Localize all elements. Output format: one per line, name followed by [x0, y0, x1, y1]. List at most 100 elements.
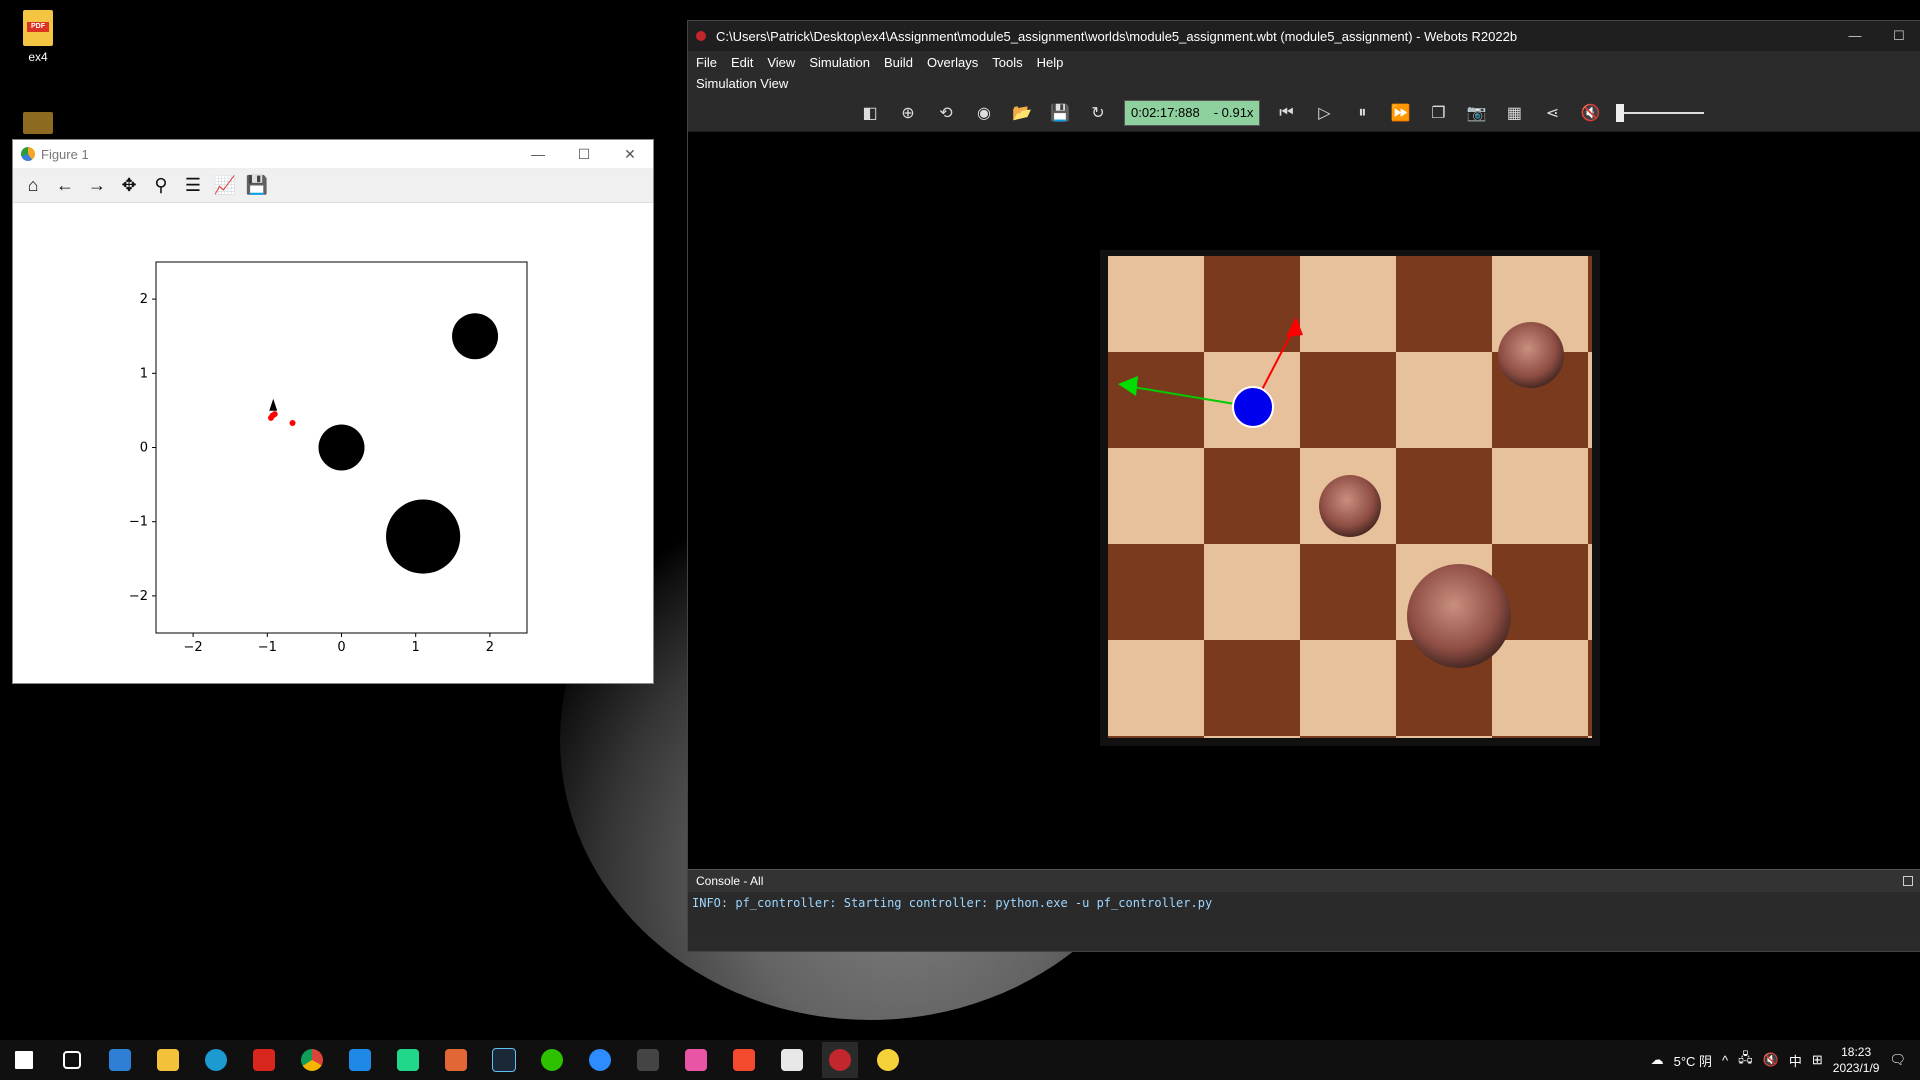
- clock-time: 18:23: [1841, 1045, 1872, 1059]
- taskbar: ☁ 5°C 阴 ^ 🖧 🔇 中 ⊞ 18:23 2023/1/9 🗨: [0, 1040, 1920, 1080]
- volume-icon[interactable]: 🔇: [1763, 1052, 1779, 1068]
- system-tray: ☁ 5°C 阴 ^ 🖧 🔇 中 ⊞ 18:23 2023/1/9 🗨: [1651, 1044, 1920, 1076]
- clock[interactable]: 18:23 2023/1/9: [1833, 1044, 1880, 1076]
- start-icon[interactable]: [6, 1042, 42, 1078]
- python-icon[interactable]: [870, 1042, 906, 1078]
- menu-view[interactable]: View: [767, 55, 795, 70]
- webots-icon[interactable]: [822, 1042, 858, 1078]
- add-node-icon[interactable]: ⊕: [896, 101, 920, 125]
- pan-icon[interactable]: ✥: [117, 174, 141, 198]
- particle-point: [271, 411, 278, 418]
- app-icon[interactable]: [678, 1042, 714, 1078]
- menu-edit[interactable]: Edit: [731, 55, 753, 70]
- desktop-icon-ex4[interactable]: PDF ex4: [8, 10, 68, 64]
- simulation-time: 0:02:17:888: [1131, 105, 1200, 120]
- office-icon[interactable]: [774, 1042, 810, 1078]
- mpl-canvas[interactable]: −2 −1 0 1 2 2 1 0 −1 −2: [13, 203, 653, 683]
- viewpoint-icon[interactable]: ◉: [972, 101, 996, 125]
- step-back-icon[interactable]: ⏮: [1274, 101, 1298, 125]
- console-output[interactable]: INFO: pf_controller: Starting controller…: [688, 892, 1920, 933]
- menu-file[interactable]: File: [696, 55, 717, 70]
- pause-icon[interactable]: ⏸: [1350, 101, 1374, 125]
- robot-e-puck[interactable]: [1232, 386, 1274, 428]
- notification-icon[interactable]: 🗨: [1889, 1052, 1906, 1068]
- matlab-icon[interactable]: [438, 1042, 474, 1078]
- console-line: INFO: pf_controller: Starting controller…: [692, 896, 1213, 910]
- menu-overlays[interactable]: Overlays: [927, 55, 978, 70]
- y-tick-label: 1: [140, 366, 148, 381]
- reset-view-icon[interactable]: ⟲: [934, 101, 958, 125]
- weather-icon[interactable]: ☁: [1651, 1052, 1664, 1068]
- chrome-icon[interactable]: [294, 1042, 330, 1078]
- back-icon[interactable]: ←: [53, 174, 77, 198]
- task-view-icon[interactable]: [54, 1042, 90, 1078]
- save-icon[interactable]: 💾: [245, 174, 269, 198]
- barrel-obstacle-3[interactable]: [1407, 564, 1511, 668]
- volume-slider[interactable]: [1616, 101, 1705, 125]
- movie-icon[interactable]: ▦: [1502, 101, 1526, 125]
- edge-icon[interactable]: [198, 1042, 234, 1078]
- y-tick-label: 0: [140, 441, 148, 456]
- menu-help[interactable]: Help: [1037, 55, 1064, 70]
- ime-indicator[interactable]: 中: [1789, 1051, 1802, 1070]
- simulation-view-label: Simulation View: [688, 73, 1920, 95]
- save-world-icon[interactable]: 💾: [1048, 101, 1072, 125]
- simulation-time-display: 0:02:17:888 - 0.91x: [1124, 100, 1261, 126]
- folder-icon: [23, 112, 53, 134]
- clock-date: 2023/1/9: [1832, 1061, 1880, 1075]
- x-tick-label: −2: [184, 640, 203, 655]
- view-icon[interactable]: ❐: [1426, 101, 1450, 125]
- barrel-obstacle-2[interactable]: [1319, 475, 1381, 537]
- toggle-scene-tree-icon[interactable]: ◧: [858, 101, 882, 125]
- minimize-button[interactable]: —: [1833, 28, 1877, 44]
- open-world-icon[interactable]: 📂: [1010, 101, 1034, 125]
- close-button[interactable]: ✕: [607, 146, 653, 163]
- reload-world-icon[interactable]: ↻: [1086, 101, 1110, 125]
- desktop-icon-folder[interactable]: [8, 112, 68, 138]
- mute-icon[interactable]: 🔇: [1578, 101, 1602, 125]
- console-maximize-icon[interactable]: [1903, 876, 1913, 886]
- maximize-button[interactable]: ☐: [561, 146, 607, 163]
- maximize-button[interactable]: ☐: [1877, 28, 1920, 44]
- menu-tools[interactable]: Tools: [992, 55, 1022, 70]
- show-hidden-icons-icon[interactable]: ^: [1722, 1053, 1728, 1068]
- home-icon[interactable]: ⌂: [21, 174, 45, 198]
- edit-axis-icon[interactable]: 📈: [213, 174, 237, 198]
- simulation-3d-view[interactable]: [688, 132, 1920, 869]
- menu-simulation[interactable]: Simulation: [809, 55, 870, 70]
- forward-icon[interactable]: →: [85, 174, 109, 198]
- screenshot-icon[interactable]: 📷: [1464, 101, 1488, 125]
- network-icon[interactable]: 🖧: [1738, 1049, 1753, 1071]
- webots-toolbar: ◧ ⊕ ⟲ ◉ 📂 💾 ↻ 0:02:17:888 - 0.91x ⏮ ▷ ⏸ …: [688, 95, 1920, 132]
- x-tick-label: 2: [486, 640, 494, 655]
- zoom-icon[interactable]: [582, 1042, 618, 1078]
- acrobat-icon[interactable]: [246, 1042, 282, 1078]
- scatter-plot: −2 −1 0 1 2 2 1 0 −1 −2: [129, 261, 528, 655]
- webots-logo-icon: [696, 31, 706, 41]
- webots-titlebar[interactable]: C:\Users\Patrick\Desktop\ex4\Assignment\…: [688, 21, 1920, 51]
- slider-thumb[interactable]: [1616, 104, 1625, 122]
- configure-subplots-icon[interactable]: ☰: [181, 174, 205, 198]
- menu-build[interactable]: Build: [884, 55, 913, 70]
- run-icon[interactable]: ▷: [1312, 101, 1336, 125]
- mpl-titlebar[interactable]: Figure 1 — ☐ ✕: [13, 140, 653, 169]
- wechat-icon[interactable]: [534, 1042, 570, 1078]
- keyboard-icon[interactable]: ⊞: [1812, 1052, 1823, 1068]
- share-icon[interactable]: ⋖: [1540, 101, 1564, 125]
- weather-text[interactable]: 5°C 阴: [1674, 1051, 1712, 1070]
- zoom-icon[interactable]: ⚲: [149, 174, 173, 198]
- mail-icon[interactable]: [102, 1042, 138, 1078]
- mpl-toolbar: ⌂ ← → ✥ ⚲ ☰ 📈 💾: [13, 169, 653, 203]
- barrel-obstacle-1[interactable]: [1498, 322, 1564, 388]
- git-icon[interactable]: [630, 1042, 666, 1078]
- x-tick-label: 0: [337, 640, 345, 655]
- obstacle-circle: [386, 499, 461, 574]
- console-header: Console - All: [688, 869, 1920, 892]
- vscode-icon[interactable]: [342, 1042, 378, 1078]
- steam-icon[interactable]: [486, 1042, 522, 1078]
- pycharm-icon[interactable]: [390, 1042, 426, 1078]
- fast-forward-icon[interactable]: ⏩: [1388, 101, 1412, 125]
- file-explorer-icon[interactable]: [150, 1042, 186, 1078]
- xmind-icon[interactable]: [726, 1042, 762, 1078]
- minimize-button[interactable]: —: [515, 146, 561, 163]
